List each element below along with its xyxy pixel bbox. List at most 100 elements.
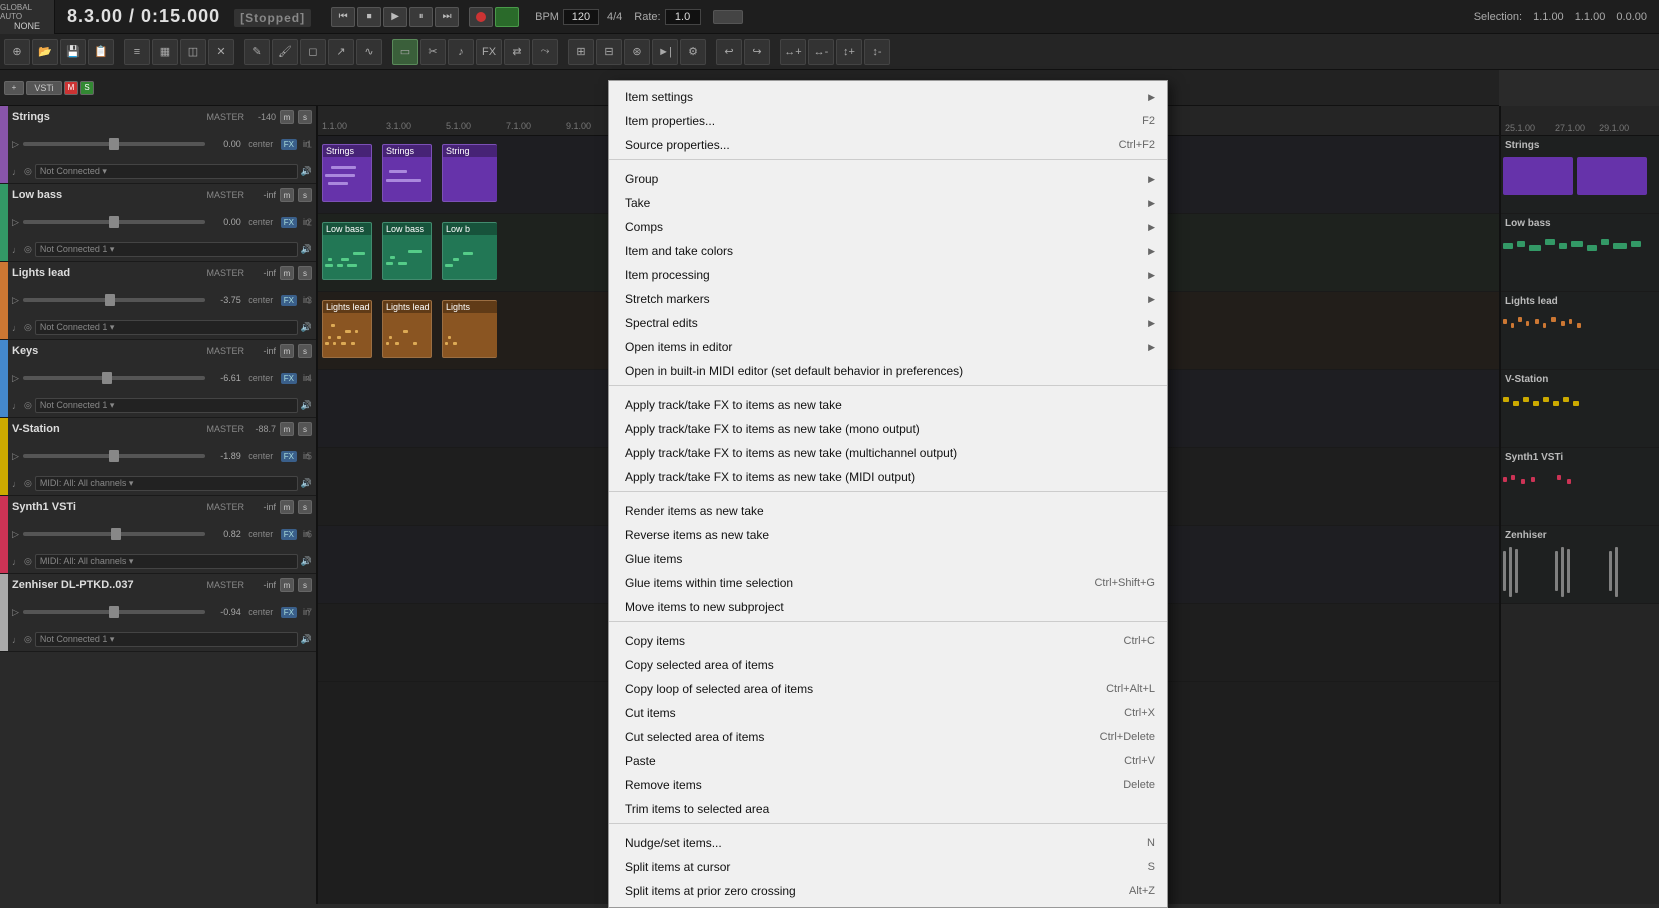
pause-button[interactable]: ⏸ xyxy=(409,7,433,27)
clip-strings-1[interactable]: Strings xyxy=(322,144,372,202)
clip-lights-1[interactable]: Lights lead xyxy=(322,300,372,358)
clip-lowbass-1[interactable]: Low bass xyxy=(322,222,372,280)
menu-item-13[interactable]: Apply track/take FX to items as new take… xyxy=(609,417,1167,441)
clip-strings-3[interactable]: String xyxy=(442,144,497,202)
menu-item-16[interactable]: Render items as new take xyxy=(609,499,1167,523)
zoom-out-v-button[interactable]: ↕- xyxy=(864,39,890,65)
add-track-button[interactable]: + xyxy=(4,81,24,95)
open-button[interactable]: 📂 xyxy=(32,39,58,65)
mute-button[interactable]: m xyxy=(280,578,294,592)
solo-button[interactable]: s xyxy=(298,422,312,436)
clip-lights-3[interactable]: Lights xyxy=(442,300,497,358)
midi-icon-button[interactable]: M xyxy=(64,81,78,95)
zoom-in-v-button[interactable]: ↕+ xyxy=(836,39,862,65)
midi-button[interactable]: ♪ xyxy=(448,39,474,65)
menu-item-5[interactable]: Comps xyxy=(609,215,1167,239)
menu-item-17[interactable]: Reverse items as new take xyxy=(609,523,1167,547)
menu-item-25[interactable]: Cut selected area of itemsCtrl+Delete xyxy=(609,725,1167,749)
menu-item-15[interactable]: Apply track/take FX to items as new take… xyxy=(609,465,1167,489)
input-dropdown[interactable]: Not Connected 1 ▾ xyxy=(35,632,298,647)
menu-item-22[interactable]: Copy selected area of items xyxy=(609,653,1167,677)
menu-item-10[interactable]: Open items in editor xyxy=(609,335,1167,359)
zoom-out-h-button[interactable]: ↔- xyxy=(808,39,834,65)
view-button[interactable]: ▦ xyxy=(152,39,178,65)
filter-button[interactable]: ≡ xyxy=(124,39,150,65)
online-button[interactable] xyxy=(495,7,519,27)
menu-item-29[interactable]: Nudge/set items...N xyxy=(609,831,1167,855)
fx-button[interactable]: FX xyxy=(281,607,297,618)
record-config-button[interactable]: ⊛ xyxy=(624,39,650,65)
solo-button[interactable]: s xyxy=(298,578,312,592)
clip-lowbass-2[interactable]: Low bass xyxy=(382,222,432,280)
menu-item-24[interactable]: Cut itemsCtrl+X xyxy=(609,701,1167,725)
options-button[interactable]: ⚙ xyxy=(680,39,706,65)
solo-button[interactable]: s xyxy=(298,500,312,514)
save-button[interactable]: 💾 xyxy=(60,39,86,65)
select-button[interactable]: ▭ xyxy=(392,39,418,65)
menu-item-0[interactable]: Item settings xyxy=(609,85,1167,109)
volume-fader[interactable] xyxy=(23,454,205,458)
fx-button[interactable]: FX xyxy=(281,217,297,228)
cut-tool-button[interactable]: ✂ xyxy=(420,39,446,65)
mute-button[interactable]: m xyxy=(280,344,294,358)
volume-fader[interactable] xyxy=(23,532,205,536)
mute-button[interactable]: m xyxy=(280,266,294,280)
input-dropdown[interactable]: MIDI: All: All channels ▾ xyxy=(35,554,298,569)
menu-item-31[interactable]: Split items at prior zero crossingAlt+Z xyxy=(609,879,1167,903)
cursor-button[interactable]: ↗ xyxy=(328,39,354,65)
stop-button[interactable]: ⏹ xyxy=(357,7,381,27)
record-button[interactable] xyxy=(469,7,493,27)
input-dropdown[interactable]: Not Connected ▾ xyxy=(35,164,298,179)
menu-item-8[interactable]: Stretch markers xyxy=(609,287,1167,311)
volume-fader[interactable] xyxy=(23,376,205,380)
arrange-button[interactable]: ◫ xyxy=(180,39,206,65)
menu-item-26[interactable]: PasteCtrl+V xyxy=(609,749,1167,773)
vsti-button[interactable]: VSTi xyxy=(26,81,62,95)
remove-button[interactable]: ✕ xyxy=(208,39,234,65)
fx-button[interactable]: FX xyxy=(281,451,297,462)
solo-button[interactable]: s xyxy=(298,110,312,124)
menu-item-20[interactable]: Move items to new subproject xyxy=(609,595,1167,619)
envelope-button[interactable]: ∿ xyxy=(356,39,382,65)
clip-lowbass-3[interactable]: Low b xyxy=(442,222,497,280)
volume-fader[interactable] xyxy=(23,610,205,614)
menu-item-23[interactable]: Copy loop of selected area of itemsCtrl+… xyxy=(609,677,1167,701)
mute-button[interactable]: m xyxy=(280,110,294,124)
menu-item-9[interactable]: Spectral edits xyxy=(609,311,1167,335)
input-dropdown[interactable]: Not Connected 1 ▾ xyxy=(35,320,298,335)
eraser-button[interactable]: ◻ xyxy=(300,39,326,65)
undo-button[interactable]: ↩ xyxy=(716,39,742,65)
solo-button[interactable]: s xyxy=(298,188,312,202)
menu-item-21[interactable]: Copy itemsCtrl+C xyxy=(609,629,1167,653)
mute-button[interactable]: m xyxy=(280,422,294,436)
bpm-input[interactable]: 120 xyxy=(563,9,599,25)
render-button[interactable]: ►| xyxy=(652,39,678,65)
menu-item-1[interactable]: Item properties...F2 xyxy=(609,109,1167,133)
menu-item-11[interactable]: Open in built-in MIDI editor (set defaul… xyxy=(609,359,1167,383)
menu-item-27[interactable]: Remove itemsDelete xyxy=(609,773,1167,797)
fx-button[interactable]: FX xyxy=(281,373,297,384)
menu-item-14[interactable]: Apply track/take FX to items as new take… xyxy=(609,441,1167,465)
menu-item-6[interactable]: Item and take colors xyxy=(609,239,1167,263)
menu-item-18[interactable]: Glue items xyxy=(609,547,1167,571)
go-start-button[interactable]: ⏮ xyxy=(331,7,355,27)
fx-button[interactable]: FX xyxy=(281,529,297,540)
clip-strings-2[interactable]: Strings xyxy=(382,144,432,202)
input-dropdown[interactable]: Not Connected 1 ▾ xyxy=(35,398,298,413)
save-as-button[interactable]: 📋 xyxy=(88,39,114,65)
paint-button[interactable]: 🖌 xyxy=(272,39,298,65)
fx-button[interactable]: FX xyxy=(476,39,502,65)
mute-button[interactable]: m xyxy=(280,500,294,514)
menu-item-4[interactable]: Take xyxy=(609,191,1167,215)
redo-button[interactable]: ↪ xyxy=(744,39,770,65)
menu-item-3[interactable]: Group xyxy=(609,167,1167,191)
menu-item-7[interactable]: Item processing xyxy=(609,263,1167,287)
pencil-button[interactable]: ✎ xyxy=(244,39,270,65)
menu-item-19[interactable]: Glue items within time selectionCtrl+Shi… xyxy=(609,571,1167,595)
fx-button[interactable]: FX xyxy=(281,139,297,150)
go-end-button[interactable]: ⏭ xyxy=(435,7,459,27)
new-button[interactable]: ⊕ xyxy=(4,39,30,65)
fx-button[interactable]: FX xyxy=(281,295,297,306)
grid-button[interactable]: ⊟ xyxy=(596,39,622,65)
env-button[interactable]: ⤳ xyxy=(532,39,558,65)
